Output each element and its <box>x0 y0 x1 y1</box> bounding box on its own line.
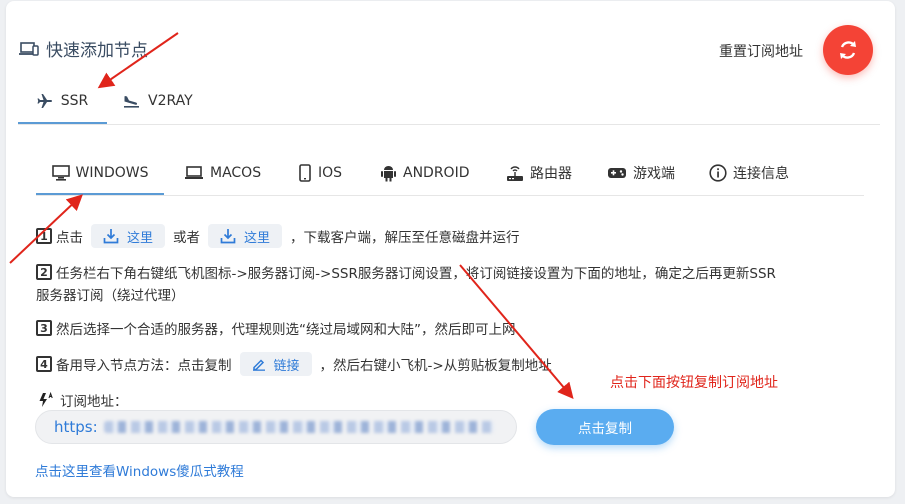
download-icon <box>103 229 119 244</box>
tab-windows-label: WINDOWS <box>75 164 149 181</box>
download-button-1[interactable]: 这里 <box>91 224 166 248</box>
subscription-url-field[interactable]: https: <box>35 410 517 444</box>
step-2-cont: 服务器订阅（绕过代理） <box>36 284 185 304</box>
download-button-2-label: 这里 <box>244 230 271 246</box>
tab-android-label: ANDROID <box>403 164 470 181</box>
step-number: 3 <box>36 320 52 336</box>
copy-link-button[interactable]: 链接 <box>239 352 312 376</box>
step-1-mid: 或者 <box>173 230 201 246</box>
copy-link-button-label: 链接 <box>273 358 300 374</box>
info-icon <box>709 163 727 182</box>
tab-android[interactable]: ANDROID <box>380 152 470 193</box>
tab-game-label: 游戏端 <box>633 165 675 182</box>
tab-macos-label: MACOS <box>210 164 262 181</box>
step-2-line1: 任务栏右下角右键纸飞机图标->服务器订阅->SSR服务器订阅设置，将订阅链接设置… <box>56 266 776 282</box>
reset-subscription-button[interactable] <box>823 25 873 75</box>
tab-ios-label: IOS <box>318 164 343 181</box>
tab-router[interactable]: 路由器 <box>506 152 572 193</box>
refresh-icon <box>840 41 856 59</box>
laptop-icon <box>185 165 203 179</box>
tab-macos[interactable]: MACOS <box>184 152 261 193</box>
download-icon <box>220 229 236 244</box>
tab-connection-info[interactable]: 连接信息 <box>709 152 789 193</box>
phone-icon <box>299 163 311 182</box>
protocol-tabs: SSR V2RAY <box>18 80 880 125</box>
step-number: 2 <box>36 264 52 280</box>
subscription-url-prefix: https: <box>54 418 98 436</box>
copy-subscription-button[interactable]: 点击复制 <box>536 409 674 445</box>
devices-icon <box>18 41 40 57</box>
step-number: 4 <box>36 356 52 372</box>
page-title: 快速添加节点 <box>18 36 148 61</box>
android-icon <box>381 165 396 181</box>
subscription-label: 订阅地址： <box>38 390 128 410</box>
step-2: 2 任务栏右下角右键纸飞机图标->服务器订阅->SSR服务器订阅设置，将订阅链接… <box>36 262 776 282</box>
step-2-line2: 服务器订阅（绕过代理） <box>36 288 185 304</box>
page-title-text: 快速添加节点 <box>46 41 148 61</box>
step-3-text: 然后选择一个合适的服务器，代理规则选“绕过局域网和大陆”，然后即可上网 <box>56 322 516 338</box>
download-button-2[interactable]: 这里 <box>208 224 283 248</box>
step-4-text-a: 备用导入节点方法：点击复制 <box>56 358 232 374</box>
subscription-url-redacted <box>103 421 494 433</box>
airplane-icon <box>37 94 52 108</box>
step-1: 1 点击 这里 或者 这里 ，下载客户端，解压至任意磁盘并运行 <box>36 224 520 248</box>
monitor-icon <box>51 164 70 181</box>
tab-ssr[interactable]: SSR <box>18 80 107 124</box>
tab-game[interactable]: 游戏端 <box>607 152 675 193</box>
step-1-text-b: ，下载客户端，解压至任意磁盘并运行 <box>290 230 520 246</box>
airplane-landing-icon <box>124 96 139 108</box>
windows-tutorial-link[interactable]: 点击这里查看Windows傻瓜式教程 <box>35 460 244 480</box>
tab-connection-info-label: 连接信息 <box>733 165 789 182</box>
gamepad-icon <box>608 167 626 178</box>
tab-windows[interactable]: WINDOWS <box>36 152 164 195</box>
step-4-text-b: ，然后右键小飞机->从剪贴板复制地址 <box>319 358 552 374</box>
edit-icon <box>252 359 265 371</box>
step-number: 1 <box>36 228 52 244</box>
os-tabs: WINDOWS MACOS IOS ANDROID 路由器 游戏端 连接信息 <box>36 152 864 196</box>
router-icon <box>507 165 523 181</box>
tab-ssr-label: SSR <box>60 93 89 109</box>
tab-router-label: 路由器 <box>530 165 572 182</box>
reset-subscription-label[interactable]: 重置订阅地址 <box>719 41 803 61</box>
tab-ios[interactable]: IOS <box>298 152 342 193</box>
download-button-1-label: 这里 <box>127 230 154 246</box>
step-4: 4 备用导入节点方法：点击复制 链接 ，然后右键小飞机->从剪贴板复制地址 <box>36 352 552 376</box>
subscription-label-text: 订阅地址： <box>60 394 128 410</box>
annotation-hint: 点击下面按钮复制订阅地址 <box>610 375 778 391</box>
flash-icon <box>39 392 53 407</box>
tab-v2ray[interactable]: V2RAY <box>123 80 193 122</box>
step-3: 3 然后选择一个合适的服务器，代理规则选“绕过局域网和大陆”，然后即可上网 <box>36 318 516 338</box>
step-1-text-a: 点击 <box>56 230 83 246</box>
tab-v2ray-label: V2RAY <box>148 93 193 109</box>
